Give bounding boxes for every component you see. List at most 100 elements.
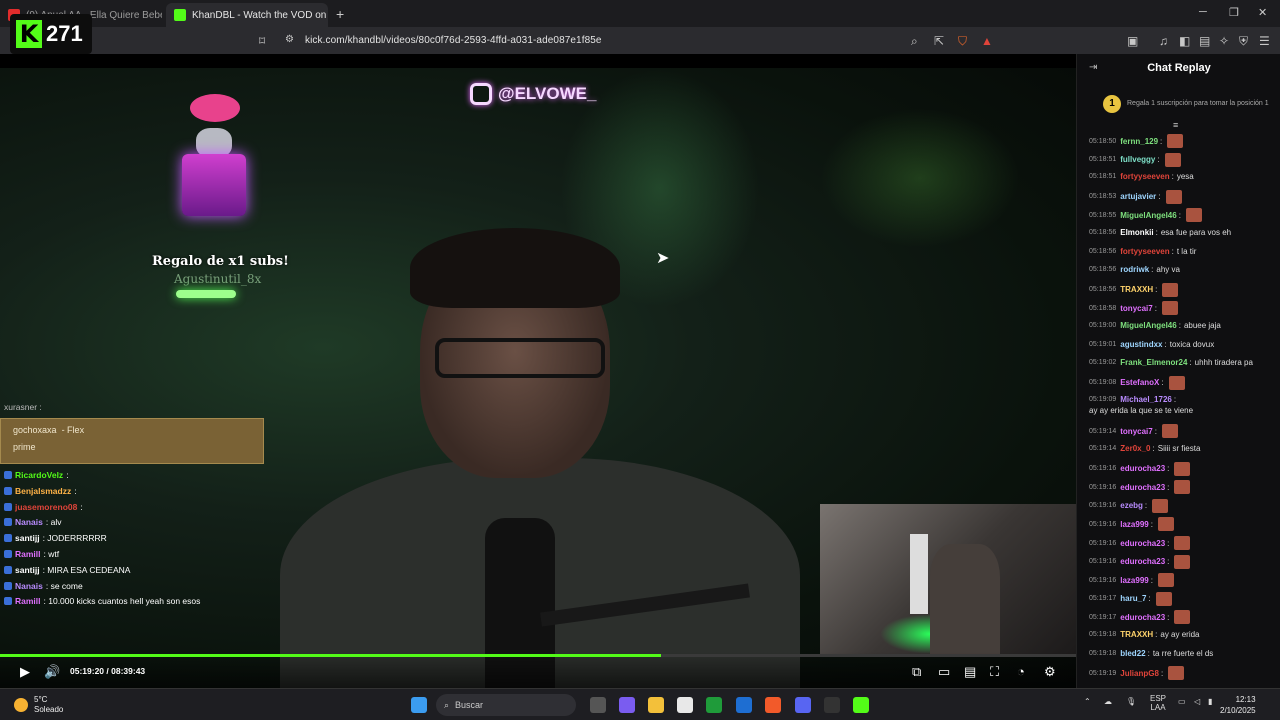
message-username[interactable]: JulianpG8	[1120, 668, 1159, 679]
message-username[interactable]: Michael_1726	[1120, 394, 1172, 405]
message-username[interactable]: bled22	[1120, 648, 1145, 659]
chat-message[interactable]: 05:19:14 tonycai7:	[1089, 424, 1277, 439]
message-username[interactable]: edurocha23	[1120, 482, 1165, 493]
video-player[interactable]: @ELVOWE_ Regalo de x1 subs! Agustinutil_…	[0, 54, 1076, 688]
chat-message[interactable]: 05:19:19 JulianpG8:	[1089, 666, 1277, 681]
chat-message[interactable]: 05:19:08 EstefanoX:	[1089, 375, 1277, 390]
wallet-icon[interactable]: ▤	[1199, 34, 1210, 48]
windows-start-icon[interactable]	[411, 697, 427, 713]
progress-bar[interactable]	[0, 654, 1076, 657]
message-username[interactable]: agustindxx	[1120, 339, 1162, 350]
message-username[interactable]: ezebg	[1120, 500, 1143, 511]
chat-message[interactable]: 05:18:56 rodriwk: ahy va	[1089, 264, 1277, 275]
fullscreen-icon[interactable]: ⛶	[990, 664, 999, 680]
minimize-icon[interactable]: ─	[1199, 6, 1207, 18]
reader-icon[interactable]: ◧	[1179, 34, 1190, 48]
theater-icon[interactable]: ▭	[938, 664, 950, 680]
message-username[interactable]: Frank_Elmenor24	[1120, 357, 1187, 368]
message-username[interactable]: Zer0x_0	[1120, 443, 1150, 454]
message-username[interactable]: TRAXXH	[1120, 284, 1153, 295]
chat-message[interactable]: 05:18:55 MiguelAngel46:	[1089, 208, 1277, 223]
window-close-icon[interactable]: ✕	[1258, 6, 1267, 19]
message-username[interactable]: rodriwk	[1120, 264, 1149, 275]
cloud-icon[interactable]: ☁	[1104, 697, 1112, 706]
message-username[interactable]: TRAXXH	[1120, 629, 1153, 640]
chat-message[interactable]: 05:19:16 edurocha23:	[1089, 480, 1277, 495]
chat-message[interactable]: 05:18:53 artujavier:	[1089, 189, 1277, 204]
brave-shield-icon[interactable]: ⛉	[958, 34, 967, 49]
pinned-filter-icon[interactable]: ≡	[1173, 120, 1178, 130]
kick-app-icon[interactable]	[853, 697, 869, 713]
message-username[interactable]: haru_7	[1120, 593, 1146, 604]
chat-message[interactable]: 05:19:09 Michael_1726: ay ay erida la que …	[1089, 394, 1277, 416]
chat-message[interactable]: 05:19:16 laza999:	[1089, 573, 1277, 588]
discord-icon[interactable]	[795, 697, 811, 713]
message-username[interactable]: MiguelAngel46	[1120, 210, 1176, 221]
message-username[interactable]: MiguelAngel46	[1120, 320, 1176, 331]
tab-kick[interactable]: KhanDBL - Watch the VOD on Ki ✕	[166, 3, 328, 27]
speaker-icon[interactable]: ◁	[1194, 697, 1200, 706]
url-field[interactable]: kick.com/khandbl/videos/80c0f76d-2593-4f…	[305, 35, 602, 46]
chat-message[interactable]: 05:19:01 agustindxx: toxica dovux	[1089, 339, 1277, 350]
zoom-icon[interactable]: ⌕	[911, 34, 918, 49]
chat-message[interactable]: 05:19:16 edurocha23:	[1089, 461, 1277, 476]
leo-icon[interactable]: ✧	[1219, 34, 1229, 48]
chat-message[interactable]: 05:19:17 haru_7:	[1089, 591, 1277, 606]
chat-message[interactable]: 05:19:16 edurocha23:	[1089, 554, 1277, 569]
language-indicator[interactable]: ESP LAA	[1150, 694, 1166, 712]
settings-icon[interactable]: ⚙	[1044, 664, 1056, 680]
taskbar-search[interactable]: ⌕ Buscar	[436, 694, 576, 716]
site-info-icon[interactable]: ⚙	[285, 34, 294, 45]
battery-icon[interactable]: ▮	[1208, 697, 1212, 706]
tray-expand-icon[interactable]: ⌃	[1084, 697, 1091, 706]
message-username[interactable]: fernn_129	[1120, 136, 1158, 147]
message-username[interactable]: edurocha23	[1120, 463, 1165, 474]
system-clock[interactable]: 12:13 2/10/2025	[1220, 694, 1256, 716]
chat-message[interactable]: 05:18:56 TRAXXH:	[1089, 282, 1277, 297]
chat-message[interactable]: 05:19:00 MiguelAngel46: abuee jaja	[1089, 320, 1277, 331]
message-username[interactable]: Elmonkii	[1120, 227, 1153, 238]
speed-icon[interactable]: ◔	[1017, 664, 1025, 679]
outlook-icon[interactable]	[736, 697, 752, 713]
new-tab-icon[interactable]: +	[336, 6, 344, 22]
chat-message[interactable]: 05:19:18 bled22: ta rre fuerte el ds	[1089, 648, 1277, 659]
copilot-icon[interactable]	[619, 697, 635, 713]
message-username[interactable]: laza999	[1120, 519, 1148, 530]
task-view-icon[interactable]	[590, 697, 606, 713]
message-username[interactable]: edurocha23	[1120, 556, 1165, 567]
chat-message[interactable]: 05:19:14 Zer0x_0: Siiii sr fiesta	[1089, 443, 1277, 454]
chat-message[interactable]: 05:19:02 Frank_Elmenor24: uhhh tiradera pa	[1089, 357, 1277, 368]
media-icon[interactable]: ♫	[1159, 34, 1168, 48]
app-icon[interactable]	[824, 697, 840, 713]
message-username[interactable]: artujavier	[1120, 191, 1156, 202]
message-username[interactable]: fortyyseeven	[1120, 171, 1169, 182]
message-username[interactable]: EstefanoX	[1120, 377, 1159, 388]
bookmark-icon[interactable]: ⌑	[259, 34, 265, 48]
message-username[interactable]: fortyyseeven	[1120, 246, 1169, 257]
xbox-icon[interactable]	[706, 697, 722, 713]
pip-icon[interactable]: ▤	[964, 664, 976, 680]
message-username[interactable]: edurocha23	[1120, 538, 1165, 549]
play-icon[interactable]: ▶	[20, 664, 30, 680]
store-icon[interactable]	[677, 697, 693, 713]
message-username[interactable]: laza999	[1120, 575, 1148, 586]
share-icon[interactable]: ⇱	[934, 34, 944, 48]
chat-message[interactable]: 05:19:18 TRAXXH: ay ay erida	[1089, 629, 1277, 640]
network-icon[interactable]: ▭	[1178, 697, 1186, 706]
chat-message[interactable]: 05:18:51 fullveggy:	[1089, 152, 1277, 167]
restore-icon[interactable]: ❐	[1229, 6, 1239, 19]
weather-widget[interactable]: 5°C Soleado	[14, 695, 63, 715]
clip-icon[interactable]: ⧉	[912, 664, 921, 680]
file-explorer-icon[interactable]	[648, 697, 664, 713]
message-username[interactable]: tonycai7	[1120, 303, 1152, 314]
mic-icon[interactable]: 🎙	[1126, 697, 1136, 706]
chat-message[interactable]: 05:18:56 fortyyseeven: t la tir	[1089, 246, 1277, 257]
chat-message[interactable]: 05:19:16 edurocha23:	[1089, 536, 1277, 550]
sub-gift-leaderboard[interactable]: 1 Regala 1 suscripción para tomar la pos…	[1083, 86, 1275, 122]
chat-message[interactable]: 05:19:16 ezebg:	[1089, 498, 1277, 513]
chat-message[interactable]: 05:18:51 fortyyseeven: yesa	[1089, 171, 1277, 182]
menu-icon[interactable]: ☰	[1259, 34, 1270, 48]
brave-rewards-icon[interactable]: ▲	[981, 34, 993, 48]
brave-icon[interactable]	[765, 697, 781, 713]
message-username[interactable]: fullveggy	[1120, 154, 1155, 165]
